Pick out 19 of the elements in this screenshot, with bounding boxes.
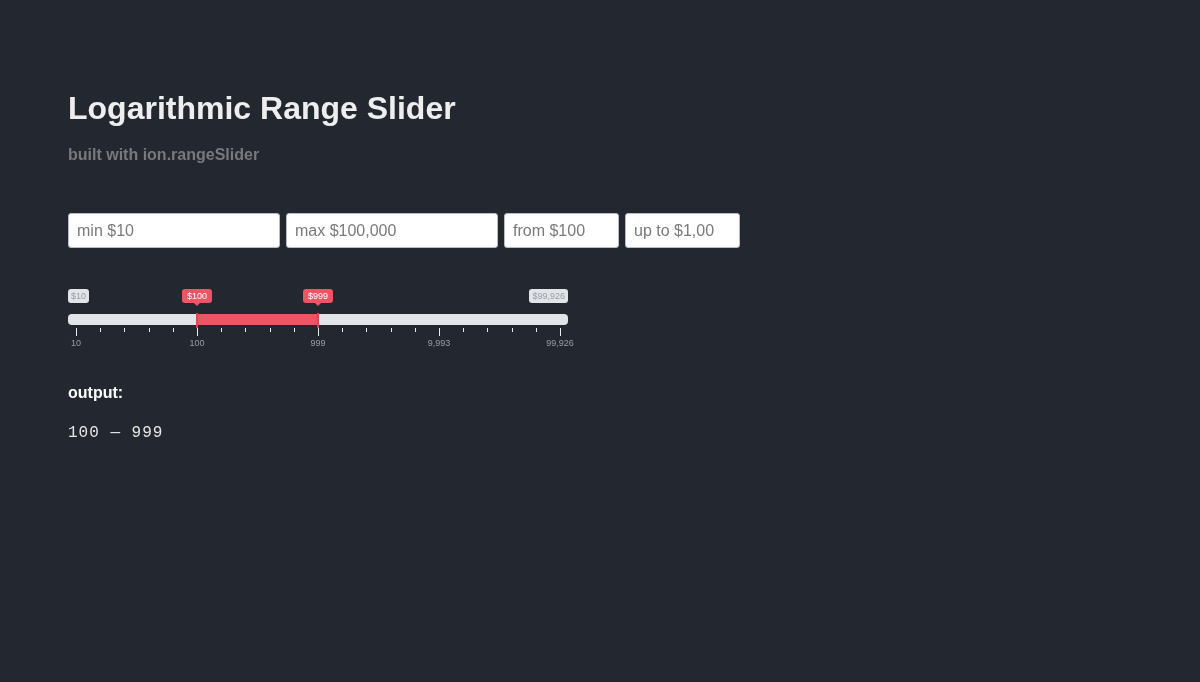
scale-label: 9,993 (427, 338, 451, 349)
input-field[interactable]: max $100,000 (286, 213, 498, 248)
slider-handle[interactable] (196, 313, 198, 328)
scale-label: 999 (310, 338, 326, 349)
output-label: output: (68, 383, 125, 403)
input-field[interactable]: min $10 (68, 213, 280, 248)
page-title: Logarithmic Range Slider (68, 90, 457, 126)
max-value-label: $99,926 (529, 289, 568, 303)
handle-value-tooltip: $999 (303, 289, 333, 306)
scale-label: 99,926 (546, 338, 574, 349)
input-field[interactable]: up to $1,00 (625, 213, 740, 248)
page-subtitle: built with ion.rangeSlider (68, 145, 261, 165)
handle-value-tooltip: $100 (182, 289, 212, 306)
scale-label: 100 (189, 338, 205, 349)
output-value: 100 — 999 (68, 423, 165, 443)
slider-handle[interactable] (317, 313, 319, 328)
scale-label: 10 (71, 338, 81, 349)
min-value-label: $10 (68, 289, 90, 303)
input-field[interactable]: from $100 (504, 213, 619, 248)
